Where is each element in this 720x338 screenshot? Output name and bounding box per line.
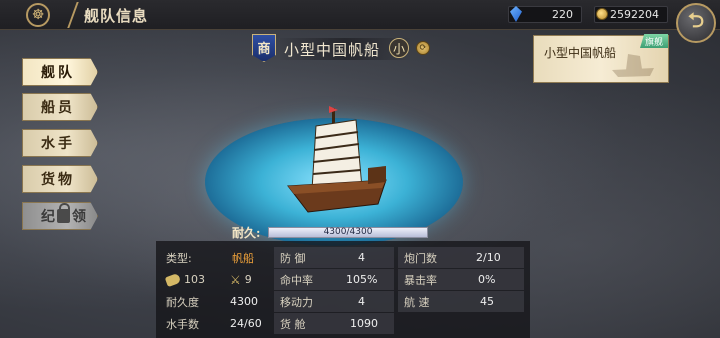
tab-cargo[interactable]: 货物	[22, 165, 98, 193]
stat-value: 45	[480, 295, 494, 308]
coin-icon	[596, 8, 608, 20]
swords-icon: ⚔	[230, 272, 241, 287]
tab-label-left: 纪	[41, 209, 55, 225]
stat-value: 103	[184, 273, 205, 286]
stat-label: 移动力	[280, 295, 313, 309]
tab-label-right: 领	[72, 209, 86, 225]
stat-label: 货 舱	[280, 317, 306, 331]
stat-value: 4300	[230, 295, 258, 308]
gem-count: 220	[552, 8, 573, 21]
stat-label: 类型:	[166, 251, 192, 265]
tab-label: 舰队	[41, 65, 75, 81]
stat-move: 移动力 4	[274, 291, 394, 312]
stat-label: 航 速	[404, 295, 430, 309]
tab-fleet[interactable]: 舰队	[22, 58, 98, 86]
card-ship-name: 小型中国帆船	[544, 46, 617, 60]
stat-value: 4	[358, 251, 365, 264]
stat-ports: 炮门数 2/10	[398, 247, 524, 268]
stat-melee: ⚔ 9	[230, 269, 270, 290]
stat-value: 9	[244, 273, 252, 286]
stat-defense: 防 御 4	[274, 247, 394, 268]
stat-accuracy: 命中率 105%	[274, 269, 394, 290]
coin-count: 2592204	[610, 8, 659, 21]
durability-text: 4300/4300	[323, 227, 373, 237]
tab-label: 水手	[41, 136, 75, 152]
page-title: 舰队信息	[84, 7, 149, 25]
stats-panel: 类型: 帆船 103 ⚔ 9 耐久度 4300 水手数 24/60 防 御 4 …	[156, 241, 530, 338]
stat-value: 帆船	[232, 251, 254, 265]
stat-cargo: 货 舱 1090	[274, 313, 394, 334]
size-badge: 小	[389, 38, 409, 58]
stat-value: 105%	[346, 273, 378, 286]
helm-icon[interactable]: ☸	[26, 3, 50, 27]
stat-label: 耐久度	[166, 295, 199, 309]
flagship-tag: 旗舰	[640, 34, 668, 48]
swap-icon[interactable]: ⟳	[416, 41, 430, 55]
stat-label: 命中率	[280, 273, 313, 287]
cannon-icon	[164, 272, 182, 287]
durability-bar: 4300/4300	[268, 227, 428, 238]
ship-name: 小型中国帆船	[284, 41, 381, 59]
ship-image	[287, 106, 387, 213]
lock-icon	[57, 203, 70, 223]
stat-value: 24/60	[230, 317, 262, 330]
back-button[interactable]: ⮌	[676, 3, 716, 43]
card-ship-silhouette	[612, 54, 654, 77]
durability-label: 耐久:	[232, 226, 261, 240]
stat-label: 防 御	[280, 251, 306, 265]
tab-locked[interactable]: 纪 领	[22, 202, 98, 230]
stat-value: 2/10	[476, 251, 501, 264]
stat-label: 水手数	[166, 317, 199, 331]
stat-sailors: 水手数 24/60	[166, 313, 270, 334]
stat-speed: 航 速 45	[398, 291, 524, 312]
stat-value: 4	[358, 295, 365, 308]
stat-type: 类型: 帆船	[166, 247, 270, 268]
tab-crew[interactable]: 船员	[22, 93, 98, 121]
stat-label: 暴击率	[404, 273, 437, 287]
stat-value: 1090	[350, 317, 378, 330]
stat-durability: 耐久度 4300	[166, 291, 270, 312]
tab-sailors[interactable]: 水手	[22, 129, 98, 157]
stat-label: 炮门数	[404, 251, 437, 265]
tab-label: 船员	[41, 100, 75, 116]
stat-cannon: 103	[164, 269, 226, 290]
stat-crit: 暴击率 0%	[398, 269, 524, 290]
stat-value: 0%	[478, 273, 496, 286]
tab-label: 货物	[41, 172, 75, 188]
back-arrow-icon: ⮌	[687, 8, 705, 32]
